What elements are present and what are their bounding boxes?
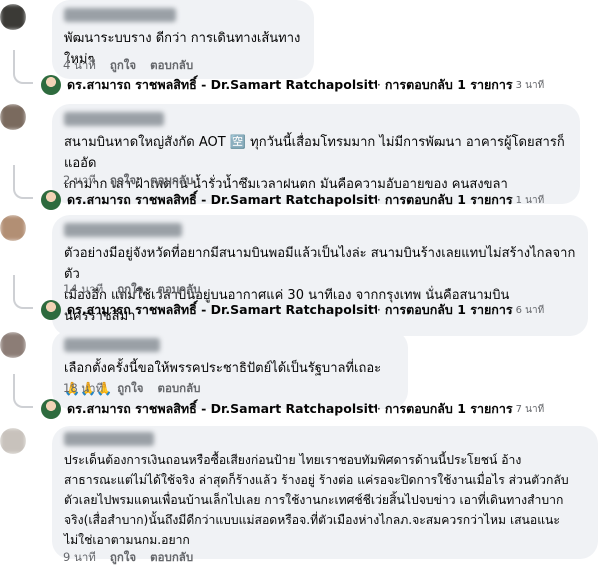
thread-connector xyxy=(13,275,33,309)
comment-author-name[interactable] xyxy=(64,8,176,22)
reply-time: 7 นาที xyxy=(515,403,545,415)
reply-count: การตอบกลับ 1 รายการ xyxy=(384,192,513,207)
reply-summary[interactable]: ดร.สามารถ ราชพลสิทธิ์ - Dr.Samart Ratcha… xyxy=(13,50,600,98)
reply-count: การตอบกลับ 1 รายการ xyxy=(384,77,513,92)
reply-time: 6 นาที xyxy=(515,304,545,316)
comment-author-name[interactable] xyxy=(64,432,154,446)
commenter-avatar[interactable] xyxy=(0,215,26,241)
reply-author-name: ดร.สามารถ ราชพลสิทธิ์ - Dr.Samart Ratcha… xyxy=(67,77,377,92)
reply-button[interactable]: ตอบกลับ xyxy=(150,549,193,567)
reply-summary[interactable]: ดร.สามารถ ราชพลสิทธิ์ - Dr.Samart Ratcha… xyxy=(13,374,600,422)
separator-dot: · xyxy=(377,402,381,416)
comment-actions: 9 นาที ถูกใจ ตอบกลับ xyxy=(63,549,193,567)
comment-author-name[interactable] xyxy=(64,338,160,352)
reply-author-name: ดร.สามารถ ราชพลสิทธิ์ - Dr.Samart Ratcha… xyxy=(67,192,377,207)
thread-connector xyxy=(13,50,33,84)
thread-connector xyxy=(13,374,33,408)
reply-time: 3 นาที xyxy=(515,79,545,91)
reply-time: 1 นาที xyxy=(515,194,545,206)
separator-dot: · xyxy=(377,303,381,317)
commenter-avatar[interactable] xyxy=(0,104,26,130)
comment-time[interactable]: 9 นาที xyxy=(63,549,96,567)
separator-dot: · xyxy=(377,193,381,207)
separator-dot: · xyxy=(377,78,381,92)
comment-text: ประเด็นต้องการเงินถอนหรือซื้อเสียงก่อนป้… xyxy=(64,453,569,547)
reply-summary[interactable]: ดร.สามารถ ราชพลสิทธิ์ - Dr.Samart Ratcha… xyxy=(13,275,600,323)
reply-count: การตอบกลับ 1 รายการ xyxy=(384,302,513,317)
page-avatar xyxy=(41,300,61,320)
thread-connector xyxy=(13,165,33,199)
page-avatar xyxy=(41,190,61,210)
comment-author-name[interactable] xyxy=(64,223,182,237)
reply-author-name: ดร.สามารถ ราชพลสิทธิ์ - Dr.Samart Ratcha… xyxy=(67,401,377,416)
comment-author-name[interactable] xyxy=(64,112,164,126)
like-button[interactable]: ถูกใจ xyxy=(110,549,136,567)
reply-summary[interactable]: ดร.สามารถ ราชพลสิทธิ์ - Dr.Samart Ratcha… xyxy=(13,165,600,213)
page-avatar xyxy=(41,75,61,95)
commenter-avatar[interactable] xyxy=(0,4,26,30)
reply-count: การตอบกลับ 1 รายการ xyxy=(384,401,513,416)
commenter-avatar[interactable] xyxy=(0,332,26,358)
page-avatar xyxy=(41,399,61,419)
comment-bubble: ประเด็นต้องการเงินถอนหรือซื้อเสียงก่อนป้… xyxy=(52,426,598,559)
commenter-avatar[interactable] xyxy=(0,428,26,454)
reply-author-name: ดร.สามารถ ราชพลสิทธิ์ - Dr.Samart Ratcha… xyxy=(67,302,377,317)
